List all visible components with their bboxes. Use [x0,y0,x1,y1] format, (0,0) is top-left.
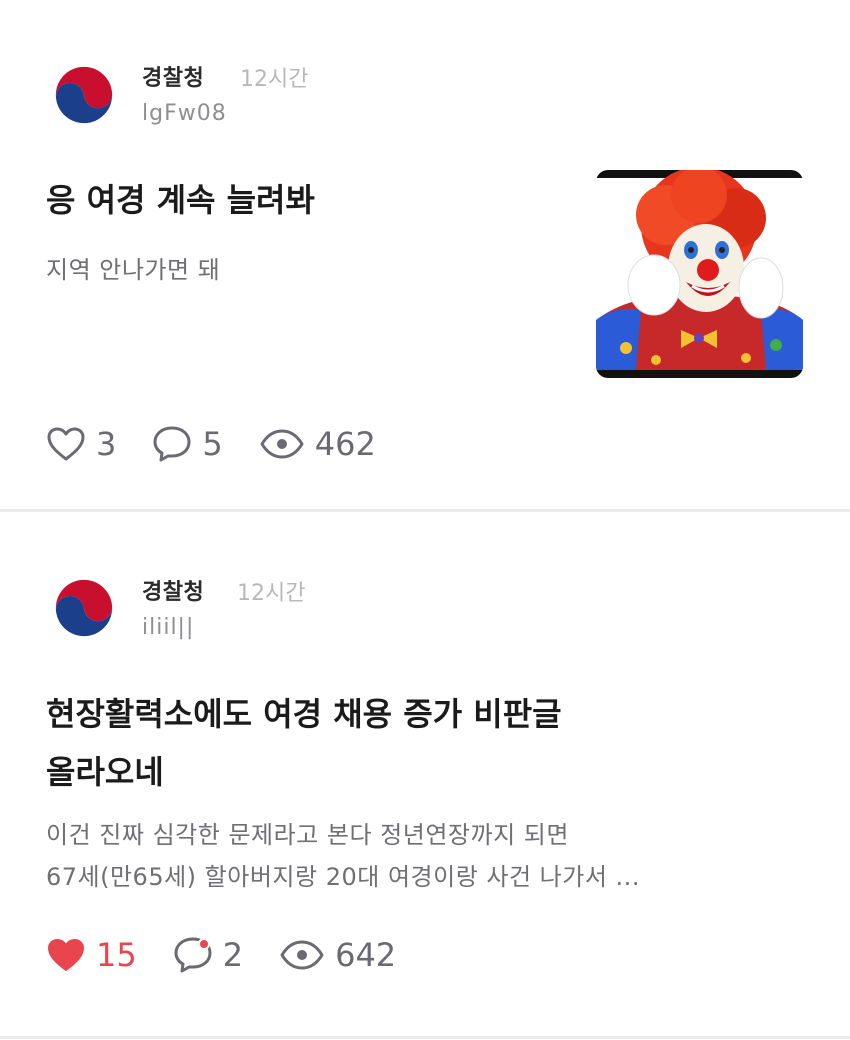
post-card[interactable]: 경찰청 12시간 lgFw08 응 여경 계속 늘려봐 지역 안나가면 돼 3 … [0,0,850,512]
post-card[interactable]: 경찰청 12시간 iliil|| 현장활력소에도 여경 채용 증가 비판글 올라… [0,512,850,1039]
post-time: 12시간 [237,581,306,606]
like-stat[interactable]: 3 [46,425,116,463]
view-count: 642 [335,936,397,974]
heart-filled-icon [48,939,84,971]
post-stats: 15 2 642 [46,935,432,975]
post-title-line: 현장활력소에도 여경 채용 증가 비판글 [46,695,562,733]
comment-count: 5 [202,425,223,463]
comment-stat[interactable]: 5 [152,425,223,463]
view-stat: 462 [259,425,376,463]
post-stats: 3 5 462 [46,424,412,464]
post-title[interactable]: 응 여경 계속 늘려봐 [46,171,315,229]
post-time: 12시간 [240,67,309,92]
post-excerpt[interactable]: 지역 안나가면 돼 [46,249,220,291]
like-count: 3 [96,425,117,463]
author-avatar[interactable] [46,58,122,134]
post-divider [0,1036,850,1039]
user-id: lgFw08 [142,101,227,126]
comment-stat[interactable]: 2 [173,936,243,974]
post-excerpt[interactable]: 이건 진짜 심각한 문제라고 본다 정년연장까지 되면 67세(만65세) 할아… [46,814,640,898]
author-name[interactable]: 경찰청 [142,60,204,92]
post-title-line: 올라오네 [46,753,164,791]
comment-count: 2 [222,936,244,974]
user-id: iliil|| [142,615,195,640]
heart-outline-icon [47,427,85,461]
post-title[interactable]: 현장활력소에도 여경 채용 증가 비판글 올라오네 [46,685,562,801]
eye-icon [280,940,324,970]
post-thumbnail[interactable] [596,170,803,378]
post-excerpt-line: 67세(만65세) 할아버지랑 20대 여경이랑 사건 나가서 ... [46,863,640,891]
author-name[interactable]: 경찰청 [142,574,204,606]
comment-bubble-new-icon [174,937,212,973]
clown-image [596,170,803,378]
post-excerpt-line: 이건 진짜 심각한 문제라고 본다 정년연장까지 되면 [46,821,569,849]
taegeuk-logo-icon [46,571,122,647]
like-count: 15 [96,936,137,974]
view-count: 462 [314,425,376,463]
view-stat: 642 [279,936,396,974]
eye-icon [260,429,304,459]
like-stat[interactable]: 15 [46,936,137,974]
taegeuk-logo-icon [46,58,122,134]
comment-bubble-icon [153,426,191,462]
author-avatar[interactable] [46,571,122,647]
